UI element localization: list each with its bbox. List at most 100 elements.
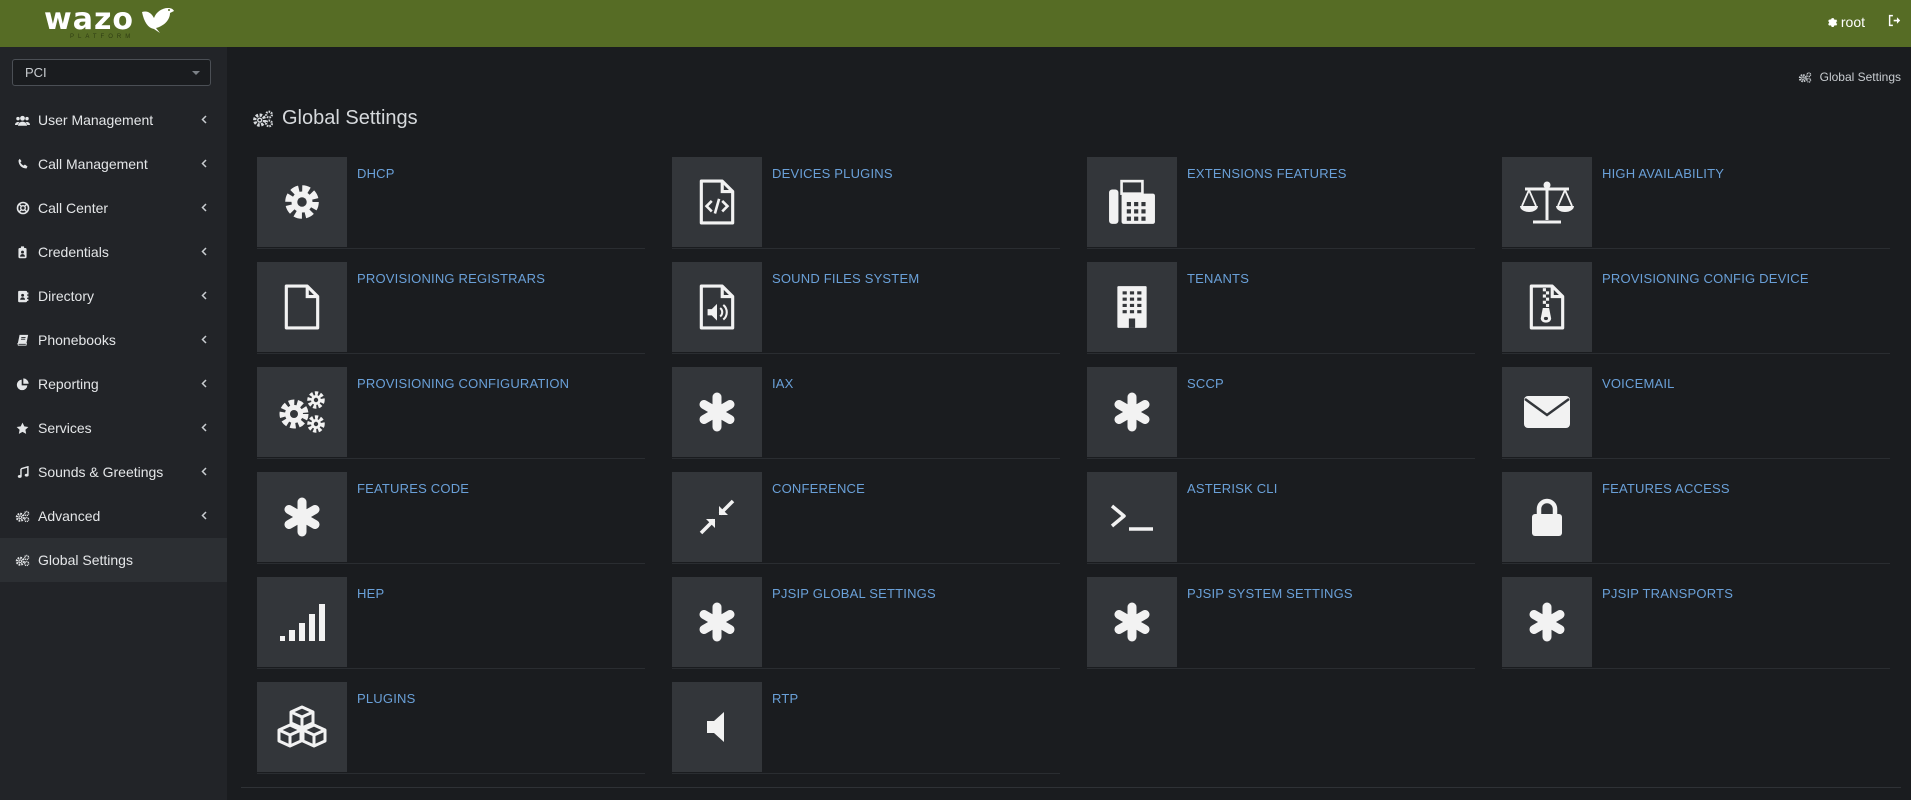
chevron-left-icon (201, 335, 207, 344)
sidebar-item-label: Call Center (38, 200, 109, 216)
tenant-selected-value: PCI (25, 65, 47, 80)
tile-label: SOUND FILES SYSTEM (772, 271, 920, 286)
asterisk-icon (1087, 367, 1177, 457)
terminal-icon (1087, 472, 1177, 562)
tile-label: PJSIP TRANSPORTS (1602, 586, 1734, 601)
tile-label: FEATURES CODE (357, 481, 470, 496)
sidebar-item-advanced[interactable]: Advanced (0, 494, 227, 538)
sidebar-item-credentials[interactable]: Credentials (0, 230, 227, 274)
tile-label: DHCP (357, 166, 395, 181)
tile-label: PLUGINS (357, 691, 416, 706)
tile-conference[interactable]: CONFERENCE (672, 472, 1060, 564)
sidebar-item-label: Services (38, 420, 92, 436)
gear-icon (257, 157, 347, 247)
brand-logo[interactable]: wazo PLATFORM (44, 2, 176, 44)
breadcrumb-current: Global Settings (1819, 70, 1901, 84)
asterisk-icon (1502, 577, 1592, 667)
tile-label: SCCP (1187, 376, 1224, 391)
tile-provisioning-config-device[interactable]: PROVISIONING CONFIG DEVICE (1502, 262, 1890, 354)
sidebar-item-label: Global Settings (38, 552, 133, 568)
tile-provisioning-configuration[interactable]: PROVISIONING CONFIGURATION (257, 367, 645, 459)
tile-rtp[interactable]: RTP (672, 682, 1060, 774)
chevron-left-icon (201, 159, 207, 168)
tile-pjsip-global-settings[interactable]: PJSIP GLOBAL SETTINGS (672, 577, 1060, 669)
tile-label: PJSIP GLOBAL SETTINGS (772, 586, 936, 601)
sidebar-menu: User Management Call Management Call Cen… (0, 98, 227, 582)
tile-features-access[interactable]: FEATURES ACCESS (1502, 472, 1890, 564)
user-menu[interactable]: root (1826, 14, 1865, 30)
tile-asterisk-cli[interactable]: ASTERISK CLI (1087, 472, 1475, 564)
compress-icon (672, 472, 762, 562)
sidebar-item-user-management[interactable]: User Management (0, 98, 227, 142)
sidebar-item-directory[interactable]: Directory (0, 274, 227, 318)
cogs-icon (1798, 71, 1811, 83)
sidebar-item-services[interactable]: Services (0, 406, 227, 450)
tile-pjsip-transports[interactable]: PJSIP TRANSPORTS (1502, 577, 1890, 669)
cogs-icon (15, 509, 30, 524)
signal-icon (257, 577, 347, 667)
tile-label: HIGH AVAILABILITY (1602, 166, 1725, 181)
fax-icon (1087, 157, 1177, 247)
brand-name: wazo (44, 2, 135, 37)
tile-devices-plugins[interactable]: DEVICES PLUGINS (672, 157, 1060, 249)
lock-icon (1502, 472, 1592, 562)
sidebar-item-call-management[interactable]: Call Management (0, 142, 227, 186)
tile-tenants[interactable]: TENANTS (1087, 262, 1475, 354)
tile-iax[interactable]: IAX (672, 367, 1060, 459)
id-badge-icon (15, 245, 30, 260)
tile-features-code[interactable]: FEATURES CODE (257, 472, 645, 564)
tile-provisioning-registrars[interactable]: PROVISIONING REGISTRARS (257, 262, 645, 354)
chevron-left-icon (201, 291, 207, 300)
sidebar: PCI User Management Call Management Call… (0, 47, 227, 800)
tile-label: RTP (772, 691, 799, 706)
sidebar-item-phonebooks[interactable]: Phonebooks (0, 318, 227, 362)
file-audio-icon (672, 262, 762, 352)
sidebar-item-sounds-greetings[interactable]: Sounds & Greetings (0, 450, 227, 494)
page-title: Global Settings (252, 107, 418, 130)
tile-extensions-features[interactable]: EXTENSIONS FEATURES (1087, 157, 1475, 249)
file-code-icon (672, 157, 762, 247)
sidebar-item-label: Credentials (38, 244, 109, 260)
tile-label: DEVICES PLUGINS (772, 166, 893, 181)
gear-icon (1827, 18, 1838, 27)
tenant-select[interactable]: PCI (12, 59, 211, 86)
file-archive-icon (1502, 262, 1592, 352)
tile-label: FEATURES ACCESS (1602, 481, 1730, 496)
tile-sccp[interactable]: SCCP (1087, 367, 1475, 459)
tile-dhcp[interactable]: DHCP (257, 157, 645, 249)
sign-out-icon (1888, 14, 1901, 27)
chevron-left-icon (201, 379, 207, 388)
pie-chart-icon (15, 377, 30, 392)
breadcrumb: Global Settings (1798, 70, 1901, 84)
tile-label: PROVISIONING CONFIG DEVICE (1602, 271, 1809, 286)
volume-off-icon (672, 682, 762, 772)
main-content: Global Settings Global Settings DHCP DEV… (227, 47, 1911, 800)
cogs-icon (257, 367, 347, 457)
sidebar-item-label: Advanced (38, 508, 101, 524)
sidebar-item-call-center[interactable]: Call Center (0, 186, 227, 230)
sidebar-item-label: User Management (38, 112, 154, 128)
tile-label: HEP (357, 586, 385, 601)
tile-label: IAX (772, 376, 794, 391)
tile-hep[interactable]: HEP (257, 577, 645, 669)
phone-icon (15, 157, 30, 172)
tile-pjsip-system-settings[interactable]: PJSIP SYSTEM SETTINGS (1087, 577, 1475, 669)
tile-plugins[interactable]: PLUGINS (257, 682, 645, 774)
username: root (1840, 14, 1865, 30)
building-icon (1087, 262, 1177, 352)
tile-high-availability[interactable]: HIGH AVAILABILITY (1502, 157, 1890, 249)
chevron-left-icon (201, 511, 207, 520)
file-icon (257, 262, 347, 352)
music-icon (15, 465, 30, 480)
cogs-icon (253, 110, 274, 127)
tile-label: TENANTS (1187, 271, 1250, 286)
book-icon (15, 333, 30, 348)
tile-label: CONFERENCE (772, 481, 866, 496)
cogs-icon (15, 553, 30, 568)
logout-button[interactable] (1888, 14, 1901, 32)
sidebar-item-global-settings[interactable]: Global Settings (0, 538, 227, 582)
tile-sound-files-system[interactable]: SOUND FILES SYSTEM (672, 262, 1060, 354)
sidebar-item-reporting[interactable]: Reporting (0, 362, 227, 406)
tile-voicemail[interactable]: VOICEMAIL (1502, 367, 1890, 459)
tile-label: VOICEMAIL (1602, 376, 1675, 391)
